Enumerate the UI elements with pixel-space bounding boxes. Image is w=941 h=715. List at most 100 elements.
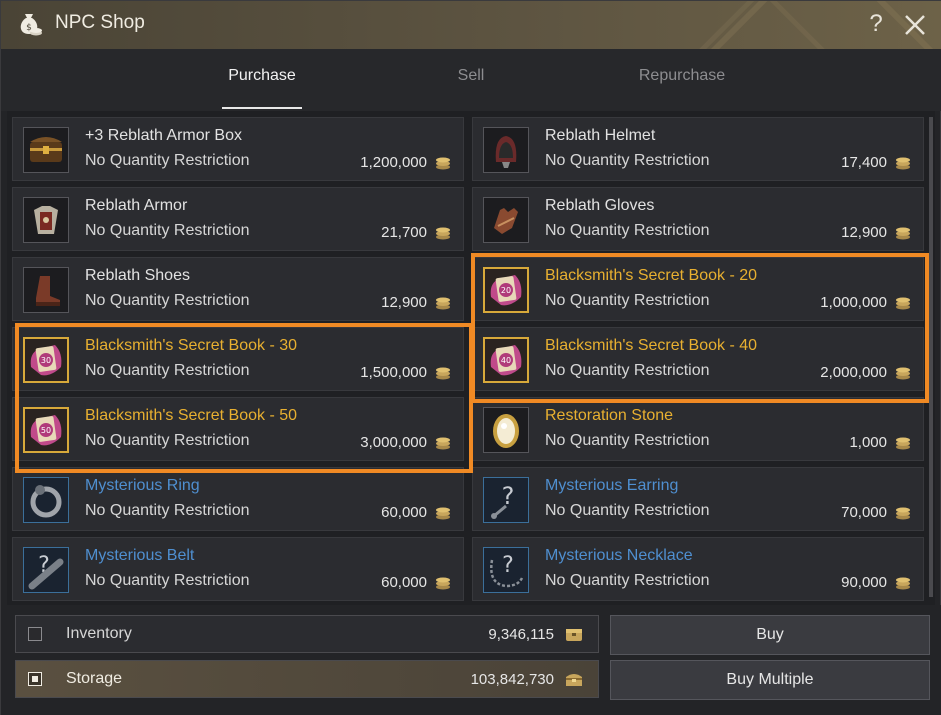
close-icon[interactable] [902,10,928,38]
item-icon-frame: ? [483,477,529,523]
item-restriction: No Quantity Restriction [85,152,250,169]
shop-item[interactable]: 30 Blacksmith's Secret Book - 30 No Quan… [12,327,464,391]
item-price: 60,000 [381,504,427,521]
ring-icon [30,485,62,518]
item-name: Mysterious Ring [85,477,200,494]
silver-coin-icon [896,227,910,240]
inventory-checkbox[interactable] [28,627,42,641]
item-price: 12,900 [841,224,887,241]
storage-silver-value: 103,842,730 [470,671,554,688]
shop-item[interactable]: Reblath Shoes No Quantity Restriction 12… [12,257,464,321]
npc-shop-window: $ NPC Shop ? Purchase Sell Repurchase +3… [0,0,941,715]
item-name: Reblath Shoes [85,267,190,284]
restoration-stone-icon [493,414,519,448]
silver-coin-icon [436,157,450,170]
silver-coin-icon [436,437,450,450]
shop-item[interactable]: 50 Blacksmith's Secret Book - 50 No Quan… [12,397,464,461]
item-price: 2,000,000 [820,364,887,381]
tab-purchase[interactable]: Purchase [222,67,302,85]
secret-book-icon: 50 [30,415,62,446]
item-price: 12,900 [381,294,427,311]
item-icon-frame [483,407,529,453]
silver-coin-icon [896,157,910,170]
buy-button[interactable]: Buy [610,615,930,655]
item-restriction: No Quantity Restriction [545,292,710,309]
tab-repurchase[interactable]: Repurchase [622,67,742,85]
silver-coin-icon [896,437,910,450]
help-button[interactable]: ? [865,10,887,38]
item-icon-frame: ? [23,547,69,593]
window-title: NPC Shop [55,12,145,33]
storage-chest-icon [566,674,582,686]
item-restriction: No Quantity Restriction [85,292,250,309]
item-restriction: No Quantity Restriction [85,362,250,379]
shop-item[interactable]: Reblath Gloves No Quantity Restriction 1… [472,187,924,251]
item-icon-frame: 30 [23,337,69,383]
item-restriction: No Quantity Restriction [85,222,250,239]
item-price: 60,000 [381,574,427,591]
secret-book-icon: 40 [490,345,522,376]
title-bar[interactable]: $ NPC Shop ? [1,1,941,49]
item-name: Restoration Stone [545,407,674,424]
inventory-funds-row[interactable]: Inventory 9,346,115 [15,615,599,653]
belt-icon: ? [28,553,64,590]
silver-coin-icon [436,507,450,520]
shop-item[interactable]: ? Mysterious Earring No Quantity Restric… [472,467,924,531]
item-list-scrollbar[interactable] [929,117,933,597]
shop-item[interactable]: Reblath Armor No Quantity Restriction 21… [12,187,464,251]
buy-multiple-button[interactable]: Buy Multiple [610,660,930,700]
inventory-label: Inventory [66,625,132,642]
money-bag-icon: $ [20,14,42,36]
item-price: 70,000 [841,504,887,521]
armor-box-icon [30,137,62,162]
svg-text:?: ? [502,482,515,510]
shop-tabs: Purchase Sell Repurchase [1,49,941,111]
item-name: Reblath Helmet [545,127,656,144]
item-price: 1,000 [849,434,887,451]
shop-item[interactable]: 40 Blacksmith's Secret Book - 40 No Quan… [472,327,924,391]
shop-item[interactable]: Reblath Helmet No Quantity Restriction 1… [472,117,924,181]
item-price: 21,700 [381,224,427,241]
storage-checkbox[interactable] [28,672,42,686]
shop-item[interactable]: 20 Blacksmith's Secret Book - 20 No Quan… [472,257,924,321]
item-name: Blacksmith's Secret Book - 20 [545,267,758,284]
helmet-icon [495,136,517,168]
secret-book-icon: 30 [30,345,62,376]
item-name: +3 Reblath Armor Box [85,127,242,144]
earring-icon: ? [491,482,515,519]
shop-item[interactable]: ? Mysterious Necklace No Quantity Restri… [472,537,924,601]
item-restriction: No Quantity Restriction [85,572,250,589]
svg-text:50: 50 [41,426,51,435]
silver-coin-icon [436,297,450,310]
svg-text:30: 30 [41,356,51,365]
item-icon-frame: 20 [483,267,529,313]
item-price: 1,200,000 [360,154,427,171]
item-icon-frame [483,197,529,243]
svg-text:40: 40 [501,356,511,365]
item-name: Mysterious Earring [545,477,679,494]
shop-item[interactable]: ? Mysterious Belt No Quantity Restrictio… [12,537,464,601]
item-name: Blacksmith's Secret Book - 50 [85,407,298,424]
shop-item[interactable]: Mysterious Ring No Quantity Restriction … [12,467,464,531]
shop-item[interactable]: Restoration Stone No Quantity Restrictio… [472,397,924,461]
item-icon-frame: 50 [23,407,69,453]
scrollbar-thumb[interactable] [929,117,933,597]
gloves-icon [494,208,518,234]
item-icon-frame: ? [483,547,529,593]
item-icon-frame [23,267,69,313]
item-icon-frame [23,197,69,243]
item-price: 17,400 [841,154,887,171]
item-name: Blacksmith's Secret Book - 30 [85,337,298,354]
item-name: Mysterious Necklace [545,547,693,564]
armor-icon [34,206,58,234]
shop-item[interactable]: +3 Reblath Armor Box No Quantity Restric… [12,117,464,181]
svg-text:?: ? [502,553,514,578]
tab-sell[interactable]: Sell [431,67,511,85]
inventory-silver-value: 9,346,115 [488,626,554,643]
item-icon-frame [23,127,69,173]
storage-funds-row[interactable]: Storage 103,842,730 [15,660,599,698]
storage-label: Storage [66,670,123,687]
item-restriction: No Quantity Restriction [545,222,710,239]
item-list[interactable]: +3 Reblath Armor Box No Quantity Restric… [7,111,935,605]
silver-coin-icon [896,577,910,590]
